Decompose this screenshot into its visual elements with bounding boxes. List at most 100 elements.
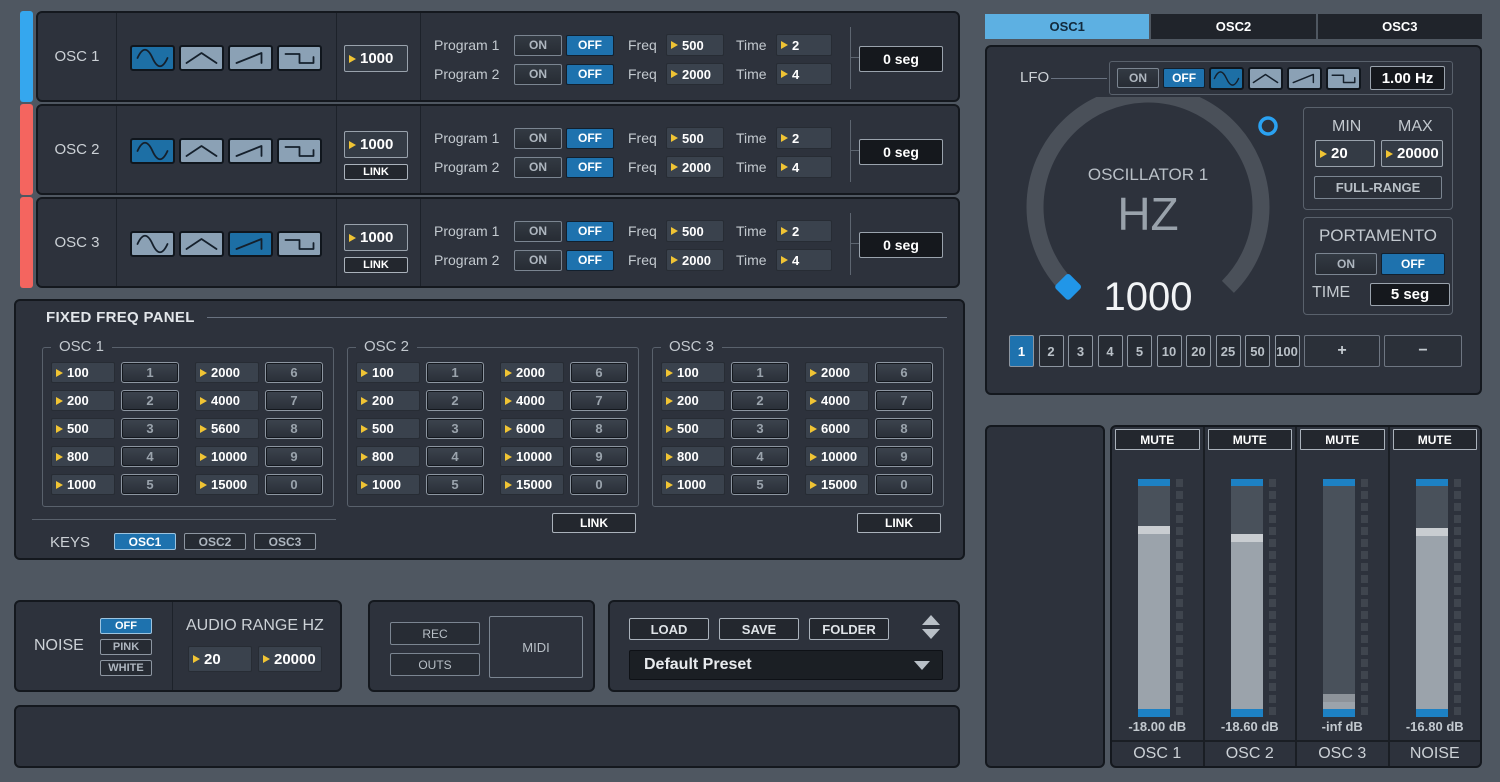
- saw-wave-button[interactable]: [228, 231, 273, 257]
- step-50-button[interactable]: 50: [1245, 335, 1270, 367]
- fixed-freq-field[interactable]: 200: [661, 390, 725, 411]
- key-button[interactable]: 1: [426, 362, 484, 383]
- osc-link-button[interactable]: LINK: [344, 164, 408, 180]
- osc-freq-field[interactable]: 1000: [344, 224, 408, 251]
- key-button[interactable]: 4: [731, 446, 789, 467]
- key-button[interactable]: 1: [731, 362, 789, 383]
- program-off-button[interactable]: OFF: [566, 157, 614, 178]
- lfo-saw-wave-button[interactable]: [1287, 67, 1322, 90]
- key-button[interactable]: 3: [731, 418, 789, 439]
- fixed-freq-field[interactable]: 800: [356, 446, 420, 467]
- program-freq-field[interactable]: 500: [666, 127, 724, 149]
- program-off-button[interactable]: OFF: [566, 35, 614, 56]
- fixed-freq-field[interactable]: 15000: [500, 474, 564, 495]
- key-button[interactable]: 9: [570, 446, 628, 467]
- triangle-wave-button[interactable]: [179, 231, 224, 257]
- mute-button[interactable]: MUTE: [1300, 429, 1385, 450]
- lfo-off-button[interactable]: OFF: [1163, 68, 1205, 88]
- keys-osc2-button[interactable]: OSC2: [184, 533, 246, 550]
- portamento-time-display[interactable]: 5 seg: [1370, 283, 1450, 306]
- keys-osc1-button[interactable]: OSC1: [114, 533, 176, 550]
- fixed-freq-field[interactable]: 500: [661, 418, 725, 439]
- fixed-freq-field[interactable]: 5600: [195, 418, 259, 439]
- key-button[interactable]: 5: [121, 474, 179, 495]
- fixed-freq-field[interactable]: 1000: [356, 474, 420, 495]
- key-button[interactable]: 7: [570, 390, 628, 411]
- program-off-button[interactable]: OFF: [566, 128, 614, 149]
- key-button[interactable]: 8: [570, 418, 628, 439]
- program-off-button[interactable]: OFF: [566, 250, 614, 271]
- step-2-button[interactable]: 2: [1039, 335, 1064, 367]
- program-freq-field[interactable]: 2000: [666, 249, 724, 271]
- key-button[interactable]: 5: [731, 474, 789, 495]
- key-button[interactable]: 6: [570, 362, 628, 383]
- program-time-field[interactable]: 4: [776, 156, 832, 178]
- fader-handle[interactable]: [1231, 534, 1263, 542]
- fixed-freq-field[interactable]: 500: [356, 418, 420, 439]
- osc-link-button[interactable]: LINK: [344, 257, 408, 273]
- preset-dropdown[interactable]: Default Preset: [629, 650, 943, 680]
- fixed-freq-field[interactable]: 200: [51, 390, 115, 411]
- fixed-freq-field[interactable]: 100: [51, 362, 115, 383]
- lfo-sine-wave-button[interactable]: [1209, 67, 1244, 90]
- program-time-field[interactable]: 2: [776, 34, 832, 56]
- key-button[interactable]: 2: [731, 390, 789, 411]
- load-button[interactable]: LOAD: [629, 618, 709, 640]
- fixed-freq-field[interactable]: 10000: [805, 446, 869, 467]
- fixed-freq-field[interactable]: 2000: [500, 362, 564, 383]
- program-off-button[interactable]: OFF: [566, 221, 614, 242]
- rec-button[interactable]: REC: [390, 622, 480, 645]
- fixed-freq-field[interactable]: 500: [51, 418, 115, 439]
- key-button[interactable]: 7: [265, 390, 323, 411]
- fixed-freq-field[interactable]: 100: [356, 362, 420, 383]
- lfo-on-button[interactable]: ON: [1117, 68, 1159, 88]
- program-freq-field[interactable]: 2000: [666, 63, 724, 85]
- osc-freq-field[interactable]: 1000: [344, 131, 408, 158]
- tab-osc3[interactable]: OSC3: [1318, 14, 1482, 39]
- key-button[interactable]: 8: [875, 418, 933, 439]
- min-field[interactable]: 20: [1315, 140, 1375, 167]
- noise-white-button[interactable]: WHITE: [100, 660, 152, 676]
- program-on-button[interactable]: ON: [514, 157, 562, 178]
- program-time-field[interactable]: 2: [776, 220, 832, 242]
- fixed-freq-field[interactable]: 2000: [805, 362, 869, 383]
- fixed-freq-field[interactable]: 15000: [195, 474, 259, 495]
- key-button[interactable]: 0: [265, 474, 323, 495]
- fixed-freq-field[interactable]: 15000: [805, 474, 869, 495]
- program-on-button[interactable]: ON: [514, 35, 562, 56]
- keys-osc3-button[interactable]: OSC3: [254, 533, 316, 550]
- mute-button[interactable]: MUTE: [1115, 429, 1200, 450]
- program-time-field[interactable]: 2: [776, 127, 832, 149]
- program-on-button[interactable]: ON: [514, 64, 562, 85]
- saw-wave-button[interactable]: [228, 45, 273, 71]
- midi-button[interactable]: MIDI: [489, 616, 583, 678]
- key-button[interactable]: 5: [426, 474, 484, 495]
- audio-range-max-field[interactable]: 20000: [258, 646, 322, 672]
- fixed-freq-field[interactable]: 4000: [500, 390, 564, 411]
- increment-button[interactable]: +: [1304, 335, 1380, 367]
- key-button[interactable]: 3: [121, 418, 179, 439]
- program-on-button[interactable]: ON: [514, 250, 562, 271]
- fixed-freq-link-button[interactable]: LINK: [857, 513, 941, 533]
- key-button[interactable]: 0: [570, 474, 628, 495]
- fixed-freq-field[interactable]: 1000: [51, 474, 115, 495]
- stepper-up-icon[interactable]: [922, 615, 940, 625]
- fixed-freq-field[interactable]: 200: [356, 390, 420, 411]
- volume-fader[interactable]: [1138, 479, 1170, 717]
- step-100-button[interactable]: 100: [1275, 335, 1300, 367]
- square-wave-button[interactable]: [277, 231, 322, 257]
- key-button[interactable]: 2: [121, 390, 179, 411]
- lfo-rate-display[interactable]: 1.00 Hz: [1370, 66, 1445, 90]
- fixed-freq-field[interactable]: 10000: [195, 446, 259, 467]
- step-4-button[interactable]: 4: [1098, 335, 1123, 367]
- noise-off-button[interactable]: OFF: [100, 618, 152, 634]
- step-10-button[interactable]: 10: [1157, 335, 1182, 367]
- volume-fader[interactable]: [1323, 479, 1355, 717]
- fixed-freq-field[interactable]: 6000: [500, 418, 564, 439]
- key-button[interactable]: 9: [875, 446, 933, 467]
- square-wave-button[interactable]: [277, 45, 322, 71]
- fader-handle[interactable]: [1416, 528, 1448, 536]
- key-button[interactable]: 6: [875, 362, 933, 383]
- key-button[interactable]: 4: [426, 446, 484, 467]
- tab-osc1[interactable]: OSC1: [985, 14, 1149, 39]
